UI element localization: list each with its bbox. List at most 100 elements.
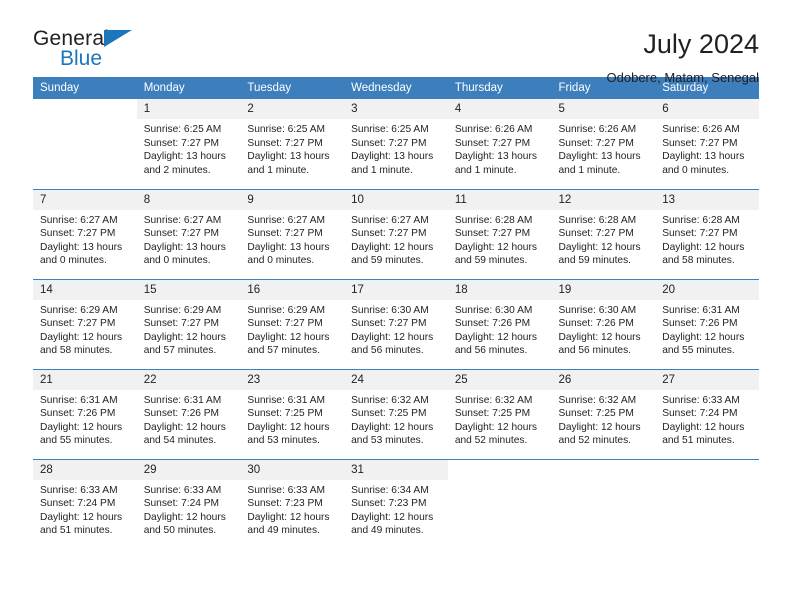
calendar-day-cell[interactable]: 11 Sunrise: 6:28 AM Sunset: 7:27 PM Dayligh… xyxy=(447,188,552,279)
calendar-cell-inner xyxy=(655,459,759,550)
day-number: 20 xyxy=(655,279,759,300)
day-number: 23 xyxy=(240,369,345,390)
daylight-text-line2: and 0 minutes. xyxy=(40,255,107,267)
sun-info: Sunrise: 6:31 AM Sunset: 7:25 PM Daylight:… xyxy=(240,390,344,448)
sunrise-text: Sunrise: 6:31 AM xyxy=(143,394,222,406)
calendar-cell-inner: 3 Sunrise: 6:25 AM Sunset: 7:27 PM Daylight… xyxy=(344,99,448,189)
sunset-text: Sunset: 7:24 PM xyxy=(143,498,220,510)
sunset-text: Sunset: 7:25 PM xyxy=(454,408,531,420)
calendar-day-cell[interactable]: 2 Sunrise: 6:25 AM Sunset: 7:27 PM Daylight… xyxy=(240,99,345,189)
sunrise-text: Sunrise: 6:31 AM xyxy=(247,394,325,406)
sunset-text: Sunset: 7:25 PM xyxy=(351,408,427,420)
calendar-day-cell[interactable]: 9 Sunrise: 6:27 AM Sunset: 7:27 PM Daylight… xyxy=(240,188,345,279)
calendar-day-cell[interactable]: 29 Sunrise: 6:33 AM Sunset: 7:24 PM Dayligh… xyxy=(136,458,241,549)
daylight-text-line2: and 56 minutes. xyxy=(351,345,424,357)
sunrise-text: Sunrise: 6:27 AM xyxy=(40,214,118,226)
weekday-header-tuesday: Tuesday xyxy=(240,77,345,99)
sunset-text: Sunset: 7:27 PM xyxy=(662,228,738,240)
calendar-day-cell[interactable]: 17 Sunrise: 6:30 AM Sunset: 7:27 PM Dayligh… xyxy=(344,278,448,369)
page-header: General Blue July 2024 Odobere, Matam, S… xyxy=(33,0,759,85)
sunrise-text: Sunrise: 6:33 AM xyxy=(40,484,118,496)
calendar-day-cell[interactable]: 1 Sunrise: 6:25 AM Sunset: 7:27 PM Daylight… xyxy=(136,99,241,189)
calendar-day-cell[interactable]: 7 Sunrise: 6:27 AM Sunset: 7:27 PM Daylight… xyxy=(33,188,137,279)
sunrise-text: Sunrise: 6:31 AM xyxy=(662,304,740,316)
daylight-text-line1: Daylight: 13 hours xyxy=(662,151,745,163)
calendar-day-cell[interactable]: 27 Sunrise: 6:33 AM Sunset: 7:24 PM Dayligh… xyxy=(655,368,759,459)
sun-info: Sunrise: 6:29 AM Sunset: 7:27 PM Daylight:… xyxy=(33,300,137,358)
sunset-text: Sunset: 7:27 PM xyxy=(558,228,634,240)
daylight-text-line2: and 57 minutes. xyxy=(143,345,217,357)
sunrise-text: Sunrise: 6:33 AM xyxy=(247,484,325,496)
sun-info: Sunrise: 6:25 AM Sunset: 7:27 PM Daylight:… xyxy=(240,119,344,177)
calendar-day-cell[interactable]: 31 Sunrise: 6:34 AM Sunset: 7:23 PM Dayligh… xyxy=(344,458,448,550)
calendar-day-cell[interactable]: 19 Sunrise: 6:30 AM Sunset: 7:26 PM Dayligh… xyxy=(551,278,656,369)
calendar-day-cell[interactable]: 24 Sunrise: 6:32 AM Sunset: 7:25 PM Dayligh… xyxy=(344,368,448,459)
sun-info: Sunrise: 6:31 AM Sunset: 7:26 PM Daylight:… xyxy=(33,390,137,448)
calendar-day-cell[interactable]: 30 Sunrise: 6:33 AM Sunset: 7:23 PM Dayligh… xyxy=(240,458,345,549)
calendar-cell-inner: 13 Sunrise: 6:28 AM Sunset: 7:27 PM Dayligh… xyxy=(655,189,759,279)
sun-info: Sunrise: 6:31 AM Sunset: 7:26 PM Daylight:… xyxy=(655,300,759,358)
sun-info: Sunrise: 6:25 AM Sunset: 7:27 PM Daylight:… xyxy=(137,119,241,177)
sunset-text: Sunset: 7:26 PM xyxy=(558,318,634,330)
daylight-text-line1: Daylight: 12 hours xyxy=(454,331,537,343)
calendar-day-cell[interactable]: 28 Sunrise: 6:33 AM Sunset: 7:24 PM Dayligh… xyxy=(33,458,137,549)
calendar-day-cell[interactable]: 6 Sunrise: 6:26 AM Sunset: 7:27 PM Daylight… xyxy=(655,99,759,189)
calendar-day-cell[interactable]: 22 Sunrise: 6:31 AM Sunset: 7:26 PM Dayligh… xyxy=(136,368,241,459)
sunset-text: Sunset: 7:27 PM xyxy=(40,228,116,240)
sun-info: Sunrise: 6:27 AM Sunset: 7:27 PM Daylight:… xyxy=(33,210,137,268)
day-number: 18 xyxy=(447,279,552,300)
sun-info: Sunrise: 6:33 AM Sunset: 7:24 PM Daylight:… xyxy=(655,390,759,448)
daylight-text-line2: and 1 minute. xyxy=(558,164,621,176)
daylight-text-line1: Daylight: 12 hours xyxy=(40,511,123,523)
sun-info: Sunrise: 6:25 AM Sunset: 7:27 PM Daylight:… xyxy=(344,119,448,177)
calendar-cell-inner: 26 Sunrise: 6:32 AM Sunset: 7:25 PM Dayligh… xyxy=(551,369,656,459)
calendar-day-cell[interactable]: 12 Sunrise: 6:28 AM Sunset: 7:27 PM Dayligh… xyxy=(551,188,656,279)
calendar-day-cell[interactable]: 3 Sunrise: 6:25 AM Sunset: 7:27 PM Daylight… xyxy=(344,99,448,189)
logo[interactable]: General Blue xyxy=(33,28,153,74)
daylight-text-line1: Daylight: 13 hours xyxy=(40,241,123,253)
calendar-cell-inner: 5 Sunrise: 6:26 AM Sunset: 7:27 PM Daylight… xyxy=(551,99,656,189)
day-number: 6 xyxy=(655,99,759,119)
calendar-day-cell[interactable]: 8 Sunrise: 6:27 AM Sunset: 7:27 PM Daylight… xyxy=(136,188,241,279)
calendar-day-cell[interactable]: 14 Sunrise: 6:29 AM Sunset: 7:27 PM Dayligh… xyxy=(33,278,137,369)
calendar-day-cell[interactable]: 21 Sunrise: 6:31 AM Sunset: 7:26 PM Dayligh… xyxy=(33,368,137,459)
sun-info: Sunrise: 6:30 AM Sunset: 7:26 PM Daylight:… xyxy=(448,300,552,358)
calendar-day-cell[interactable]: 4 Sunrise: 6:26 AM Sunset: 7:27 PM Daylight… xyxy=(447,99,552,189)
day-number: 29 xyxy=(136,459,241,480)
calendar-week-row: 21 Sunrise: 6:31 AM Sunset: 7:26 PM Dayligh… xyxy=(33,368,759,459)
calendar-table: Sunday Monday Tuesday Wednesday Thursday… xyxy=(33,77,759,549)
sunset-text: Sunset: 7:27 PM xyxy=(247,318,323,330)
calendar-cell-inner: 25 Sunrise: 6:32 AM Sunset: 7:25 PM Dayligh… xyxy=(447,369,552,459)
daylight-text-line2: and 1 minute. xyxy=(247,164,310,176)
day-number: 1 xyxy=(136,99,241,119)
daylight-text-line1: Daylight: 12 hours xyxy=(351,511,434,523)
daylight-text-line2: and 0 minutes. xyxy=(662,164,730,176)
calendar-day-cell[interactable]: 26 Sunrise: 6:32 AM Sunset: 7:25 PM Dayligh… xyxy=(551,368,656,459)
sun-info: Sunrise: 6:31 AM Sunset: 7:26 PM Daylight:… xyxy=(137,390,241,448)
sun-info: Sunrise: 6:28 AM Sunset: 7:27 PM Daylight:… xyxy=(448,210,552,268)
calendar-day-cell[interactable]: 23 Sunrise: 6:31 AM Sunset: 7:25 PM Dayligh… xyxy=(240,368,345,459)
daylight-text-line1: Daylight: 12 hours xyxy=(558,421,641,433)
daylight-text-line2: and 0 minutes. xyxy=(143,255,211,267)
calendar-cell-inner: 31 Sunrise: 6:34 AM Sunset: 7:23 PM Dayligh… xyxy=(344,459,448,550)
calendar-day-cell[interactable]: 16 Sunrise: 6:29 AM Sunset: 7:27 PM Dayligh… xyxy=(240,278,345,369)
calendar-day-cell[interactable]: 5 Sunrise: 6:26 AM Sunset: 7:27 PM Daylight… xyxy=(551,99,656,189)
sunrise-text: Sunrise: 6:32 AM xyxy=(351,394,429,406)
calendar-day-cell[interactable]: 25 Sunrise: 6:32 AM Sunset: 7:25 PM Dayligh… xyxy=(447,368,552,459)
calendar-cell-inner: 23 Sunrise: 6:31 AM Sunset: 7:25 PM Dayligh… xyxy=(240,369,345,459)
daylight-text-line2: and 0 minutes. xyxy=(247,255,315,267)
calendar-day-cell[interactable]: 18 Sunrise: 6:30 AM Sunset: 7:26 PM Dayligh… xyxy=(447,278,552,369)
calendar-day-cell[interactable]: 15 Sunrise: 6:29 AM Sunset: 7:27 PM Dayligh… xyxy=(136,278,241,369)
calendar-day-cell[interactable]: 20 Sunrise: 6:31 AM Sunset: 7:26 PM Dayligh… xyxy=(655,278,759,369)
daylight-text-line1: Daylight: 12 hours xyxy=(351,331,434,343)
calendar-day-cell[interactable]: 10 Sunrise: 6:27 AM Sunset: 7:27 PM Dayligh… xyxy=(344,188,448,279)
daylight-text-line1: Daylight: 13 hours xyxy=(247,241,330,253)
day-number: 3 xyxy=(344,99,448,119)
sunset-text: Sunset: 7:25 PM xyxy=(558,408,634,420)
day-number: 24 xyxy=(344,369,448,390)
day-number: 26 xyxy=(551,369,656,390)
calendar-day-cell[interactable]: 13 Sunrise: 6:28 AM Sunset: 7:27 PM Dayligh… xyxy=(655,188,759,279)
calendar-cell-inner: 12 Sunrise: 6:28 AM Sunset: 7:27 PM Dayligh… xyxy=(551,189,656,279)
day-number xyxy=(447,459,552,480)
sunrise-text: Sunrise: 6:27 AM xyxy=(247,214,325,226)
